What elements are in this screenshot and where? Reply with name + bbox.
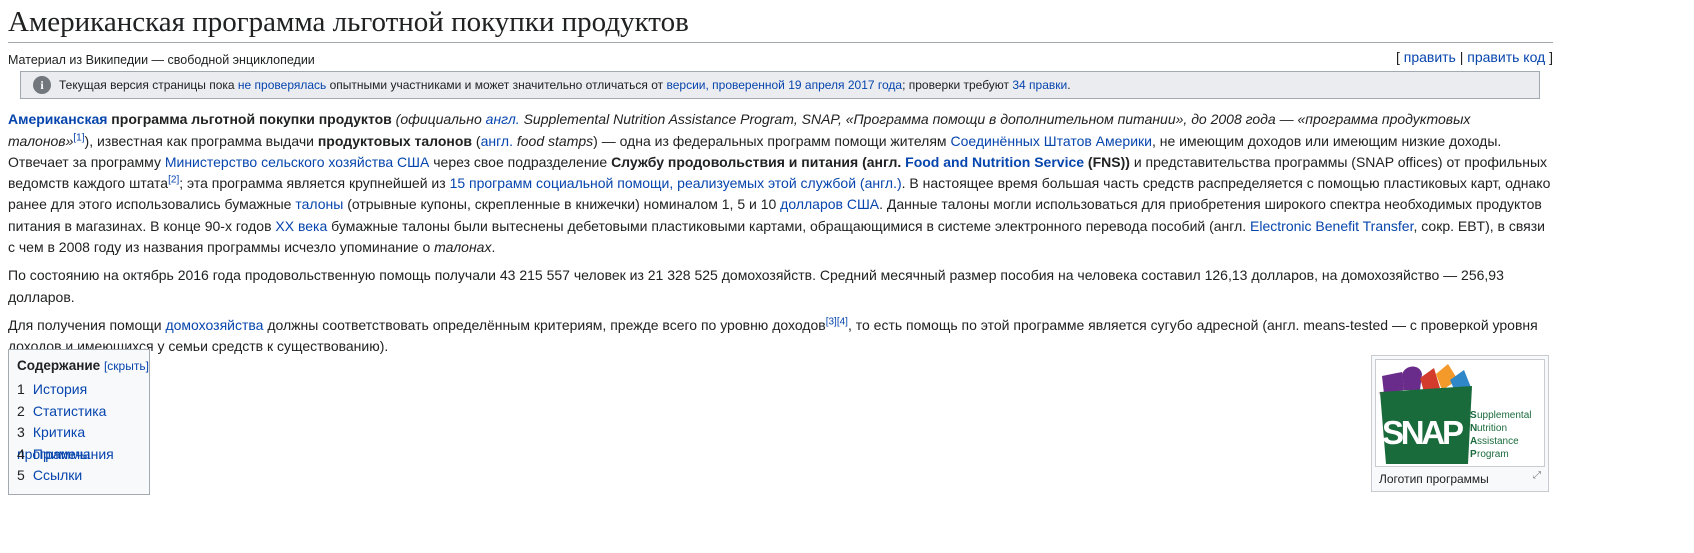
logo-letter-s: S xyxy=(1470,410,1477,421)
link-american[interactable]: Американская xyxy=(8,111,107,127)
table-of-contents: Содержание [скрыть] 1 История 2 Статисти… xyxy=(8,349,150,495)
text: бумажные талоны были вытеснены дебетовым… xyxy=(327,217,1251,234)
link-english[interactable]: англ. xyxy=(486,111,520,127)
toc-header: Содержание [скрыть] xyxy=(17,358,149,373)
toc-link-statistics[interactable]: Статистика xyxy=(33,403,107,419)
article-body: Американская программа льготной покупки … xyxy=(8,109,1553,357)
logo-line-2: utrition xyxy=(1477,423,1507,434)
paragraph-statistics: По состоянию на октябрь 2016 года продов… xyxy=(8,267,1504,305)
link-english-2[interactable]: англ. xyxy=(481,133,513,149)
link-20th-century[interactable]: XX века xyxy=(275,218,327,234)
toc-hide-toggle[interactable]: [скрыть] xyxy=(104,359,149,373)
link-us-dollars[interactable]: долларов США xyxy=(780,196,879,212)
info-icon: i xyxy=(33,76,51,95)
logo-word-snap: SNAP xyxy=(1382,414,1464,451)
notice-text-part: опытными участниками и может значительно… xyxy=(326,78,667,93)
toc-item[interactable]: 2 Статистика xyxy=(17,401,149,423)
text: (отрывные купоны, скрепленные в книжечки… xyxy=(343,196,781,213)
page-title: Американская программа льготной покупки … xyxy=(8,0,1553,44)
paragraph-intro: Американская программа льготной покупки … xyxy=(8,109,1553,258)
text: ) — одна из федеральных программ помощи … xyxy=(593,132,951,149)
logo-letter-p: P xyxy=(1470,449,1477,460)
reference-1[interactable]: [1] xyxy=(73,132,84,143)
bold-text: (FNS)) xyxy=(1084,153,1130,170)
link-households[interactable]: домохозяйства xyxy=(165,317,263,333)
toc-item[interactable]: 1 История xyxy=(17,379,149,401)
unreviewed-link[interactable]: не проверялась xyxy=(238,78,326,92)
notice-text: Текущая версия страницы пока не проверял… xyxy=(59,78,1071,92)
notice-text-part: Текущая версия страницы пока xyxy=(59,78,238,93)
edit-link[interactable]: править xyxy=(1404,49,1456,65)
toc-link-links[interactable]: Ссылки xyxy=(33,467,82,483)
flagged-revisions-notice: i Текущая версия страницы пока не провер… xyxy=(20,71,1540,100)
link-usda[interactable]: Министерство сельского хозяйства США xyxy=(165,154,430,170)
logo-line-4: rogram xyxy=(1477,449,1509,460)
italic-text: (официально xyxy=(391,111,486,128)
toc-item[interactable]: 3 Критика программы xyxy=(17,422,149,462)
site-subtitle: Материал из Википедии — свободной энцикл… xyxy=(8,53,315,68)
text: ( xyxy=(472,132,481,149)
subline: Материал из Википедии — свободной энцикл… xyxy=(8,49,1553,69)
text: ), известная как программа выдачи xyxy=(84,132,318,149)
logo-line-3: ssistance xyxy=(1477,436,1519,447)
logo-thumbnail: ™ SNAP S upplemental N utrition A ssista… xyxy=(1371,355,1549,492)
logo-grocery-item xyxy=(1402,366,1422,390)
bold-title: программа льготной покупки продуктов xyxy=(107,111,392,128)
toc-number: 1 xyxy=(17,381,25,397)
link-ebt[interactable]: Electronic Benefit Transfer xyxy=(1250,218,1413,234)
toc-number: 4 xyxy=(17,445,25,462)
toc-item[interactable]: 5 Ссылки xyxy=(17,465,149,487)
edit-links: [ править | править код ] xyxy=(1396,49,1553,65)
bold-food-stamps: продуктовых талонов xyxy=(317,132,473,149)
text: Для получения помощи xyxy=(8,316,166,333)
logo-line-1: upplemental xyxy=(1477,410,1531,421)
toc-number: 3 xyxy=(17,424,25,441)
toc-number: 5 xyxy=(17,467,25,484)
paragraph-criteria: Для получения помощи домохозяйства должн… xyxy=(8,315,1553,358)
snap-logo-image[interactable]: ™ SNAP S upplemental N utrition A ssista… xyxy=(1375,359,1545,467)
link-usa[interactable]: Соединённых Штатов Америки xyxy=(950,133,1152,149)
enlarge-icon[interactable]: ⤢ xyxy=(1533,470,1541,481)
text: ; эта программа является крупнейшей из xyxy=(179,175,450,192)
toc-link-notes[interactable]: Примечания xyxy=(33,446,114,462)
toc-item[interactable]: 4 Примечания xyxy=(17,444,149,466)
toc-number: 2 xyxy=(17,402,25,419)
link-fns[interactable]: Food and Nutrition Service xyxy=(905,154,1084,170)
logo-tm: ™ xyxy=(1378,392,1383,398)
caption-text: Логотип программы xyxy=(1379,472,1489,486)
bracket-close: ] xyxy=(1545,49,1553,66)
bracket-open: [ xyxy=(1395,49,1404,66)
toc-title: Содержание xyxy=(17,358,101,373)
logo-caption: Логотип программы ⤢ xyxy=(1375,467,1545,486)
edit-source-link[interactable]: править код xyxy=(1467,49,1545,65)
text: должны соответствовать определённым крит… xyxy=(263,316,826,333)
bold-text: Службу продовольствия и питания (англ. xyxy=(611,153,906,170)
edit-separator: | xyxy=(1455,49,1468,66)
stable-version-link[interactable]: версии, проверенной 19 апреля 2017 года xyxy=(666,78,902,92)
page: Американская программа льготной покупки … xyxy=(0,0,1694,553)
reference-2[interactable]: [2] xyxy=(168,174,179,185)
link-15-programs[interactable]: 15 программ социальной помощи, реализуем… xyxy=(450,175,902,191)
text: через свое подразделение xyxy=(429,153,612,170)
text: . xyxy=(491,239,496,256)
notice-text-part: ; проверки требуют xyxy=(902,78,1013,93)
notice-text-part: . xyxy=(1067,78,1071,93)
reference-3-4[interactable]: [3][4] xyxy=(826,316,848,327)
snap-logo-svg: ™ SNAP S upplemental N utrition A ssista… xyxy=(1378,364,1531,464)
italic-food-stamps: food stamps xyxy=(512,132,594,149)
toc-link-history[interactable]: История xyxy=(33,381,87,397)
pending-changes-link[interactable]: 34 правки xyxy=(1012,78,1067,92)
italic-coupons: талонах xyxy=(434,239,492,256)
link-coupons[interactable]: талоны xyxy=(295,196,343,212)
